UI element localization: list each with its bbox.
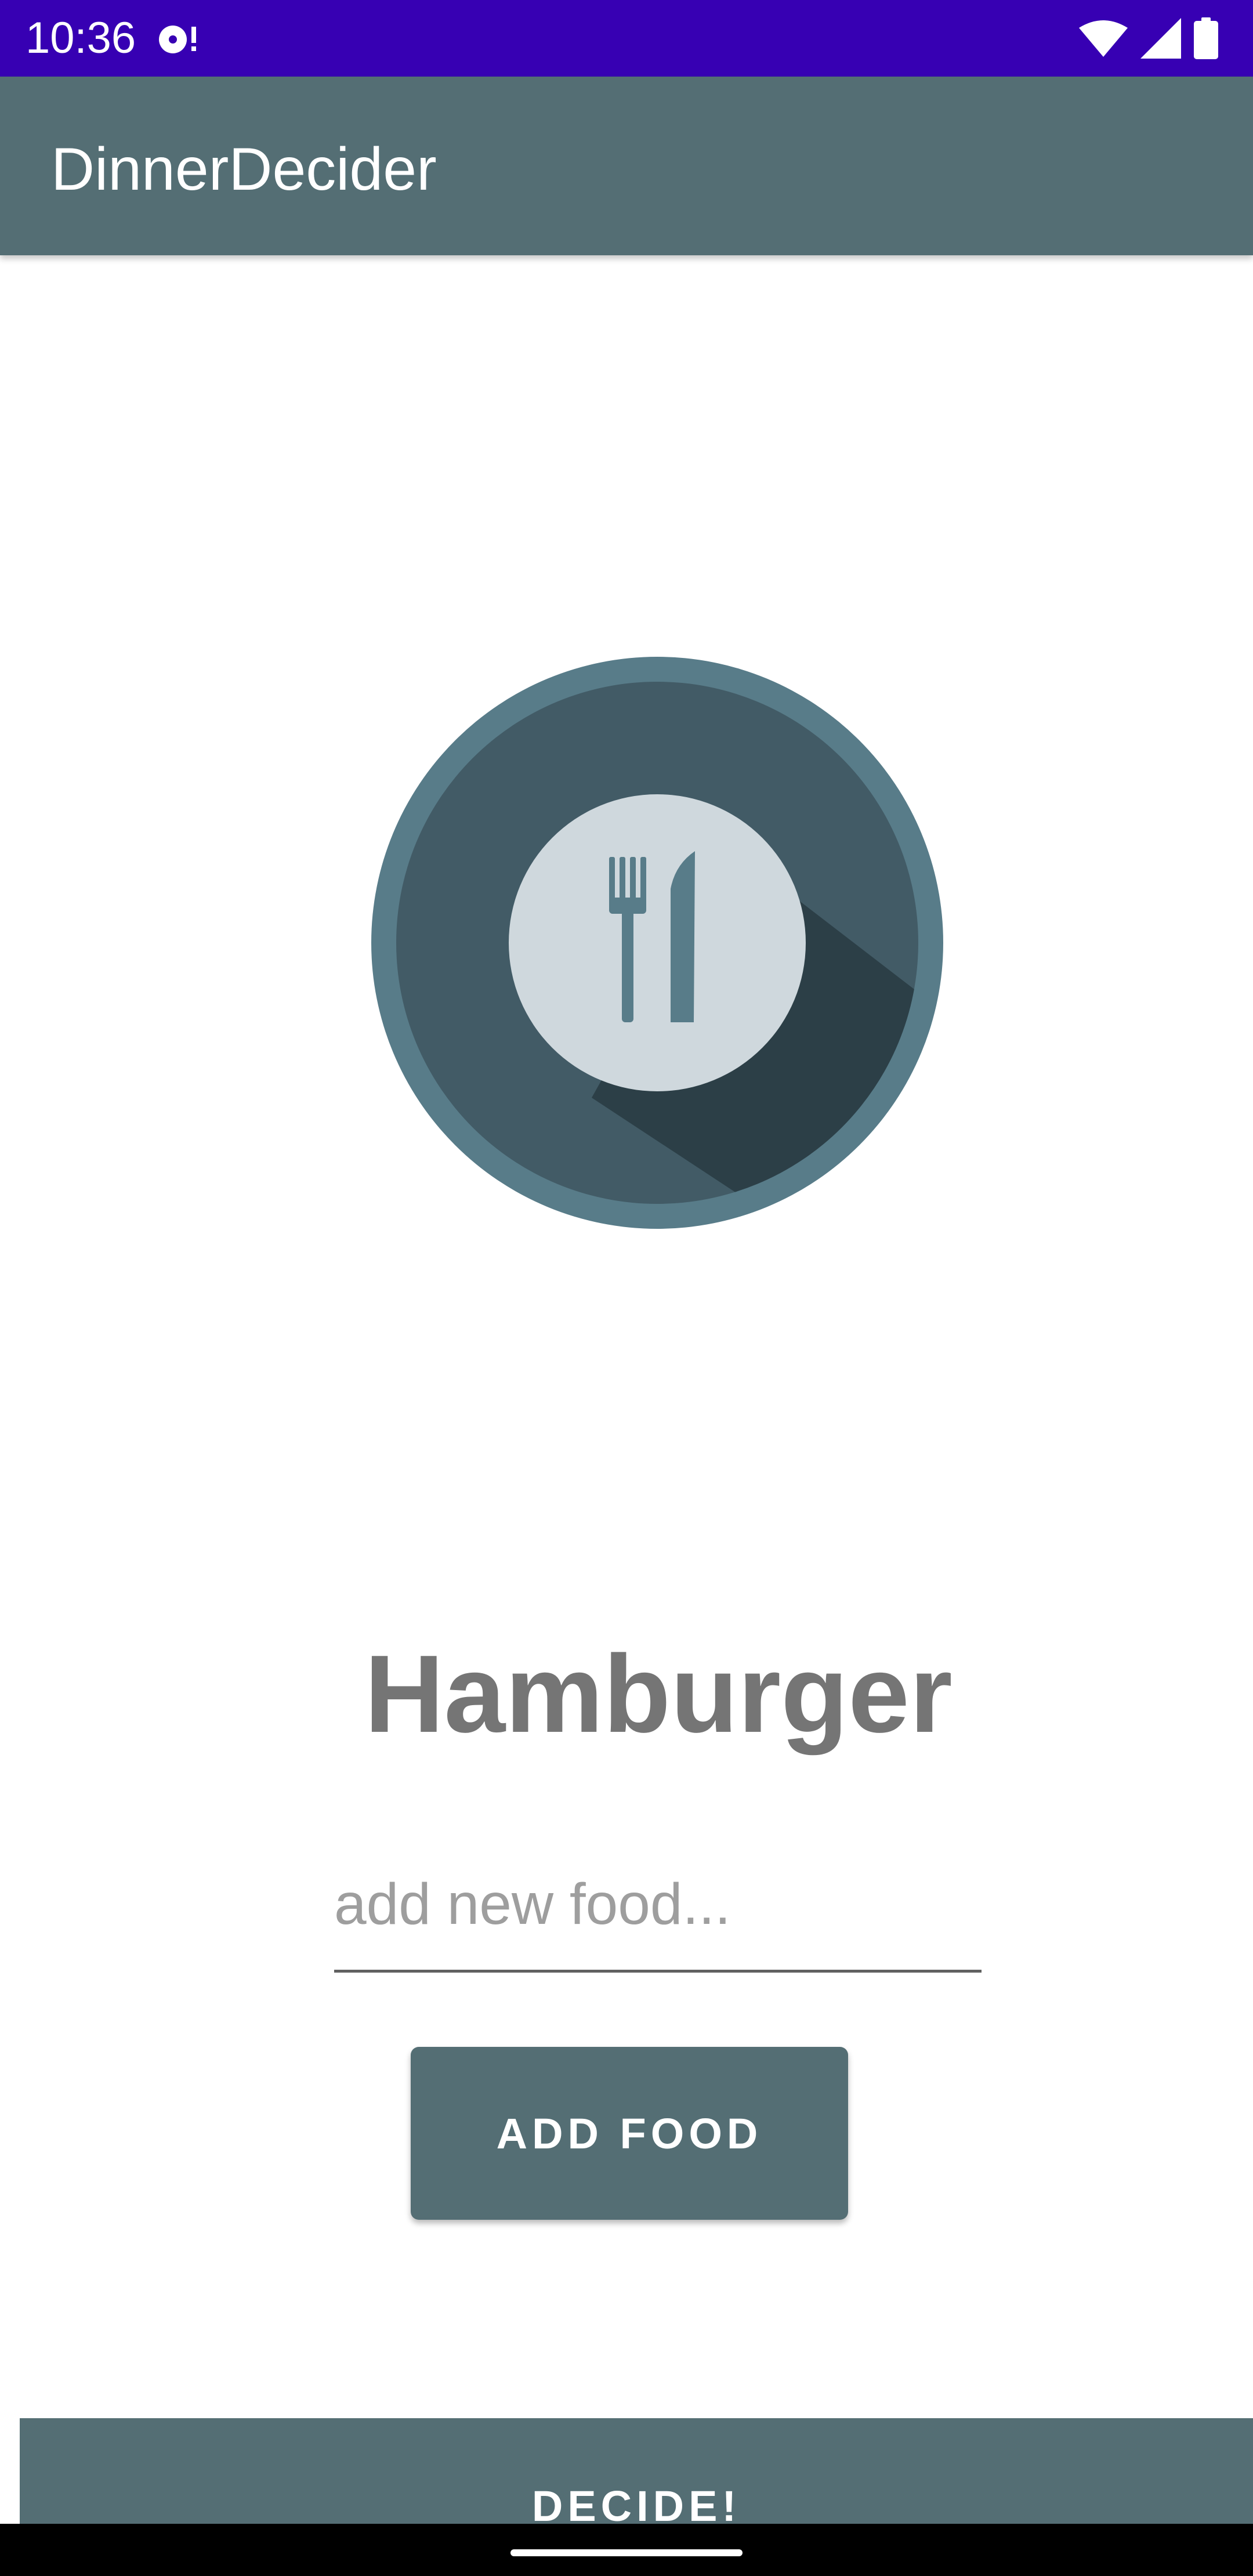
status-icons [1079,16,1218,60]
add-food-button[interactable]: ADD FOOD [411,2047,848,2220]
selected-food-text: Hamburger [364,1633,953,1756]
battery-icon [1194,17,1218,59]
app-title: DinnerDecider [51,136,437,203]
navigation-bar [0,2524,1253,2576]
new-food-input[interactable] [334,1857,982,1973]
home-gesture-handle[interactable] [510,2549,743,2556]
selected-food-container: Hamburger [0,1630,1253,1758]
status-time: 10:36 [26,13,136,63]
knife-icon [671,851,695,1022]
plate-fork-knife-icon [371,657,943,1229]
wifi-icon [1079,20,1128,57]
app-bar: DinnerDecider [0,77,1253,255]
dinner-decider-screen: 10:36 DinnerDecider Hamburger add new fo… [0,0,1253,2576]
media-notification-icon [159,26,196,53]
signal-icon [1140,18,1181,59]
status-bar: 10:36 [0,0,1253,77]
